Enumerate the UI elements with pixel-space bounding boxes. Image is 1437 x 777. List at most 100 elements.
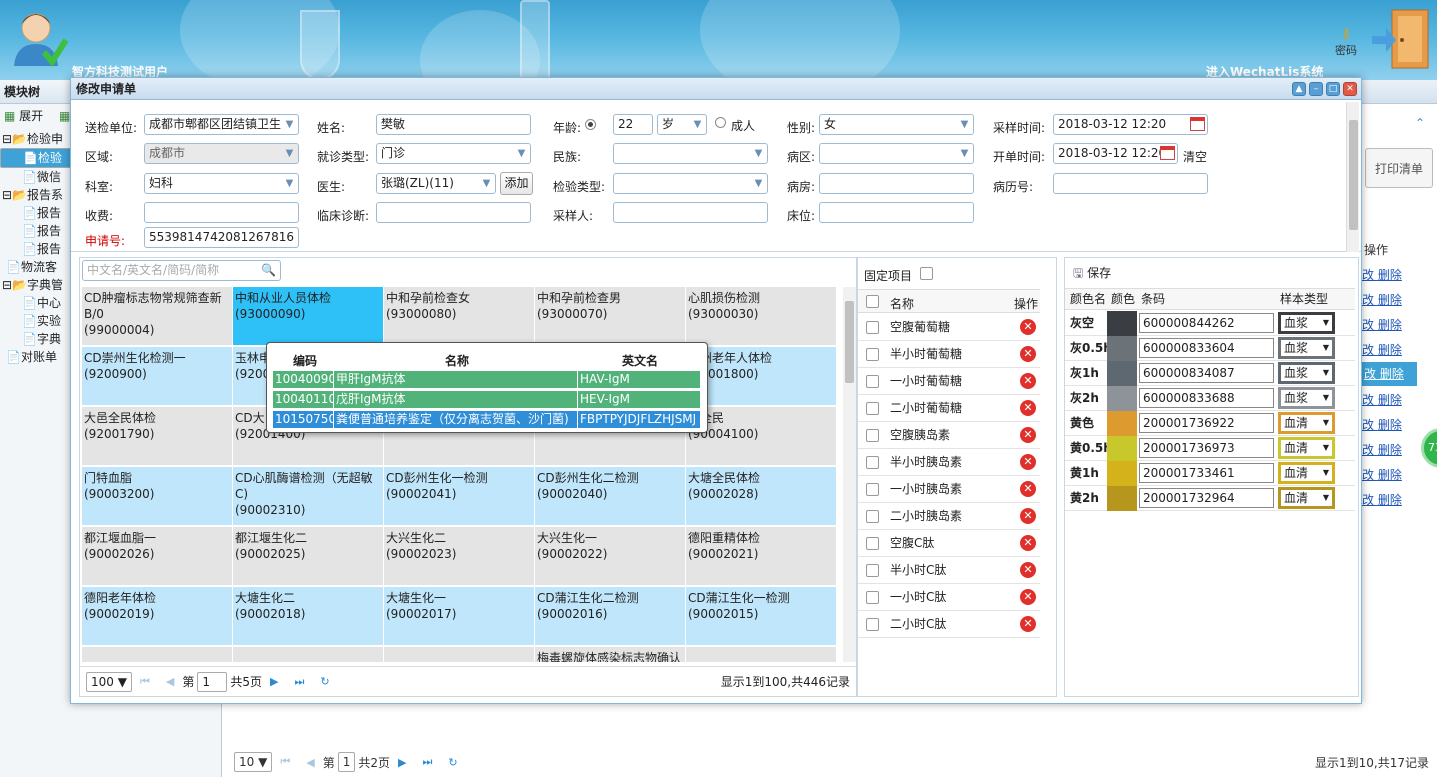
test-item-cell[interactable]: 都江堰血脂一 (90002026) <box>82 527 232 585</box>
test-item-cell[interactable]: 中和孕前检查女 (93000080) <box>384 287 534 345</box>
test-item-cell[interactable]: CD蒲江生化二检测 (90002016) <box>535 587 685 645</box>
delete-icon[interactable]: ✕ <box>1020 346 1036 362</box>
test-item-cell[interactable]: 大兴生化二 (90002023) <box>384 527 534 585</box>
unit-select[interactable]: 成都市郫都区团结镇卫生 ▼ <box>144 114 299 135</box>
test-item-cell[interactable] <box>686 647 836 662</box>
test-item-cell[interactable]: 都江堰生化二 (90002025) <box>233 527 383 585</box>
sample-type-select[interactable]: 血浆 <box>1278 387 1335 409</box>
delete-icon[interactable]: ✕ <box>1020 319 1036 335</box>
row-checkbox[interactable] <box>866 429 879 442</box>
popup-row[interactable]: 10040110 戊肝IgM抗体 HEV-IgM <box>273 391 701 408</box>
delete-icon[interactable]: ✕ <box>1020 427 1036 443</box>
test-item-cell[interactable]: CD彭州生化一检测 (90002041) <box>384 467 534 525</box>
test-type-select[interactable]: ▼ <box>613 173 768 194</box>
age-unit-select[interactable]: 岁 ▼ <box>657 114 707 135</box>
test-item-cell[interactable]: CD心肌酶谱检测（无超敏C) (90002310) <box>233 467 383 525</box>
grid-scrollbar[interactable] <box>843 287 856 662</box>
doctor-select[interactable]: 张璐(ZL)(11) ▼ <box>376 173 496 194</box>
logout-door-icon[interactable] <box>1370 8 1432 70</box>
delete-icon[interactable]: ✕ <box>1020 562 1036 578</box>
adult-radio[interactable] <box>715 117 726 128</box>
test-item-cell[interactable]: 中和从业人员体检 (93000090) <box>233 287 383 345</box>
row-checkbox[interactable] <box>866 375 879 388</box>
room-input[interactable] <box>819 173 974 194</box>
sample-type-select[interactable]: 血清 <box>1278 462 1335 484</box>
row-ops[interactable]: 改 删除 <box>1362 362 1417 386</box>
row-checkbox[interactable] <box>866 402 879 415</box>
row-checkbox[interactable] <box>866 510 879 523</box>
dept-select[interactable]: 妇科 ▼ <box>144 173 299 194</box>
row-ops[interactable]: 改 删除 <box>1362 266 1402 283</box>
fixed-item-row[interactable]: 空腹C肽 ✕ <box>858 530 1040 557</box>
test-item-cell[interactable]: 德阳老年体检 (90002019) <box>82 587 232 645</box>
last-page-icon[interactable]: ⏭ <box>294 675 304 689</box>
row-checkbox[interactable] <box>866 537 879 550</box>
diag-input[interactable] <box>376 202 531 223</box>
barcode-input[interactable]: 600000844262 <box>1139 313 1274 333</box>
maximize-icon[interactable]: □ <box>1326 82 1340 96</box>
bed-input[interactable] <box>819 202 974 223</box>
row-ops[interactable]: 改 删除 <box>1362 341 1402 358</box>
last-page-icon[interactable]: ⏭ <box>422 755 432 769</box>
age-radio[interactable] <box>585 119 596 130</box>
test-item-cell[interactable]: 梅毒螺旋体感染标志物确认 <box>535 647 685 662</box>
test-item-cell[interactable] <box>384 647 534 662</box>
expand-button[interactable]: 展开 <box>19 109 43 123</box>
refresh-icon[interactable]: ↻ <box>448 756 457 769</box>
gender-select[interactable]: 女 ▼ <box>819 114 974 135</box>
fixed-item-row[interactable]: 一小时C肽 ✕ <box>858 584 1040 611</box>
delete-icon[interactable]: ✕ <box>1020 535 1036 551</box>
barcode-input[interactable]: 600000833688 <box>1139 388 1274 408</box>
row-ops[interactable]: 改 删除 <box>1362 441 1402 458</box>
row-ops[interactable]: 改 删除 <box>1362 491 1402 508</box>
test-item-cell[interactable]: 德阳重精体检 (90002021) <box>686 527 836 585</box>
test-item-cell[interactable]: 大塘全民体检 (90002028) <box>686 467 836 525</box>
row-ops[interactable]: 改 删除 <box>1362 416 1402 433</box>
delete-icon[interactable]: ✕ <box>1020 481 1036 497</box>
fixed-item-row[interactable]: 二小时胰岛素 ✕ <box>858 503 1040 530</box>
form-scrollbar[interactable] <box>1346 102 1359 252</box>
password-button[interactable]: ⚷ 密码 <box>1335 26 1357 58</box>
search-input[interactable]: 中文名/英文名/简码/简称 🔍 <box>82 260 281 281</box>
fee-input[interactable] <box>144 202 299 223</box>
delete-icon[interactable]: ✕ <box>1020 373 1036 389</box>
collapse-icon[interactable]: ▦ <box>59 109 70 123</box>
test-item-cell[interactable]: CD彭州生化二检测 (90002040) <box>535 467 685 525</box>
fixed-checkbox[interactable] <box>920 267 933 280</box>
age-input[interactable]: 22 <box>613 114 653 135</box>
row-checkbox[interactable] <box>866 483 879 496</box>
page-size-select[interactable]: 100 ▼ <box>86 671 132 692</box>
row-ops[interactable]: 改 删除 <box>1362 466 1402 483</box>
test-item-cell[interactable]: 中和孕前检查男 (93000070) <box>535 287 685 345</box>
fixed-item-row[interactable]: 半小时葡萄糖 ✕ <box>858 341 1040 368</box>
test-item-cell[interactable]: 心肌损伤检测 (93000030) <box>686 287 836 345</box>
close-icon[interactable]: ✕ <box>1343 82 1357 96</box>
add-doctor-button[interactable]: 添加 <box>500 172 533 195</box>
barcode-input[interactable]: 200001733461 <box>1139 463 1274 483</box>
sample-type-select[interactable]: 血清 <box>1278 437 1335 459</box>
row-checkbox[interactable] <box>866 321 879 334</box>
collapse-window-icon[interactable]: ▲ <box>1292 82 1306 96</box>
print-list-button[interactable]: 打印清单 <box>1365 148 1433 188</box>
app-no-input[interactable]: 5539814742081267816 <box>144 227 299 248</box>
test-item-cell[interactable] <box>233 647 383 662</box>
test-item-cell[interactable]: 大塘生化一 (90002017) <box>384 587 534 645</box>
prev-page-icon[interactable]: ◀ <box>166 675 174 688</box>
barcode-input[interactable]: 600000833604 <box>1139 338 1274 358</box>
fixed-item-row[interactable]: 二小时C肽 ✕ <box>858 611 1040 638</box>
next-page-icon[interactable]: ▶ <box>398 756 406 769</box>
test-item-cell[interactable]: 大全民(90004100) <box>686 407 836 465</box>
test-item-cell[interactable]: CD崇州生化检测一 (9200900) <box>82 347 232 405</box>
test-item-cell[interactable]: 大塘生化二 (90002018) <box>233 587 383 645</box>
row-ops[interactable]: 改 删除 <box>1362 316 1402 333</box>
collapse-up-icon[interactable]: ⌃ <box>1415 116 1425 130</box>
test-item-cell[interactable]: CD蒲江生化一检测 (90002015) <box>686 587 836 645</box>
popup-row[interactable]: 10040090 甲肝IgM抗体 HAV-IgM <box>273 371 701 388</box>
save-button[interactable]: 🖫 保存 <box>1073 264 1111 285</box>
refresh-icon[interactable]: ↻ <box>320 675 329 688</box>
barcode-input[interactable]: 200001736922 <box>1139 413 1274 433</box>
ward-select[interactable]: ▼ <box>819 143 974 164</box>
name-input[interactable]: 樊敏 <box>376 114 531 135</box>
first-page-icon[interactable]: ⏮ <box>140 675 150 689</box>
test-item-cell[interactable]: 崇州老年人体检 (92001800) <box>686 347 836 405</box>
